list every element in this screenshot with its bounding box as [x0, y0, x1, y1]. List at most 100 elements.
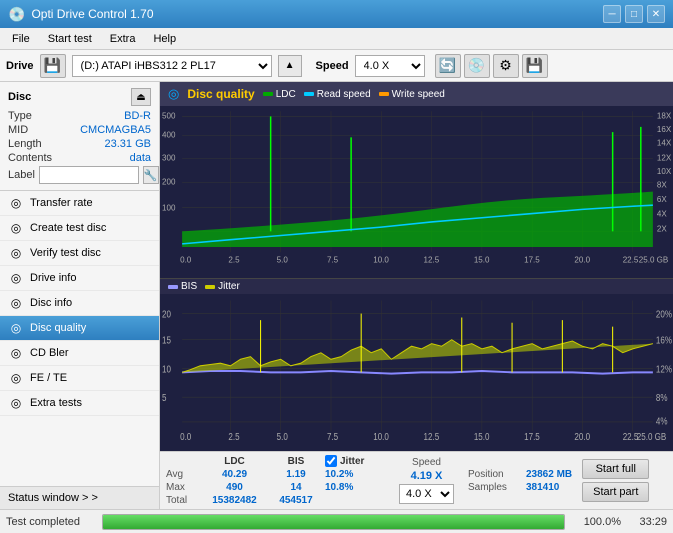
- ldc-total: 15382482: [202, 495, 267, 506]
- minimize-button[interactable]: ─: [603, 5, 621, 23]
- disc-type-value: BD-R: [124, 110, 151, 122]
- legend-read-dot: [304, 92, 314, 96]
- bis-total: 454517: [271, 495, 321, 506]
- svg-text:15.0: 15.0: [474, 256, 490, 265]
- start-part-button[interactable]: Start part: [582, 482, 649, 502]
- app-icon: 💿: [8, 6, 25, 23]
- disc-contents-value: data: [130, 152, 151, 164]
- extra-tests-icon: ◎: [8, 396, 24, 410]
- disc-eject-button[interactable]: ⏏: [131, 88, 151, 106]
- status-window-button[interactable]: Status window > >: [0, 486, 159, 509]
- menu-extra[interactable]: Extra: [102, 31, 144, 47]
- close-button[interactable]: ✕: [647, 5, 665, 23]
- disc-label-edit-icon[interactable]: 🔧: [143, 166, 159, 184]
- position-section: Position 23862 MB Samples 381410: [468, 469, 572, 493]
- position-label: Position: [468, 469, 523, 480]
- disc-contents-label: Contents: [8, 152, 52, 164]
- disc-length-label: Length: [8, 138, 42, 150]
- menu-file[interactable]: File: [4, 31, 38, 47]
- samples-val: 381410: [526, 482, 559, 493]
- disc-quality-title: Disc quality: [187, 87, 254, 101]
- refresh-icon[interactable]: 🔄: [435, 54, 461, 78]
- jitter-checkbox[interactable]: [325, 455, 337, 467]
- sidebar-item-drive-info[interactable]: ◎ Drive info: [0, 266, 159, 291]
- sidebar-item-disc-quality[interactable]: ◎ Disc quality: [0, 316, 159, 341]
- svg-text:4X: 4X: [657, 210, 667, 219]
- settings-icon[interactable]: ⚙: [493, 54, 519, 78]
- svg-text:25.0 GB: 25.0 GB: [637, 432, 666, 443]
- svg-text:16%: 16%: [656, 335, 672, 346]
- svg-text:12%: 12%: [656, 364, 672, 375]
- jitter-max: 10.8%: [325, 482, 385, 493]
- disc-quality-header: ◎ Disc quality LDC Read speed Write spee…: [160, 82, 673, 106]
- svg-text:15: 15: [162, 335, 171, 346]
- bis-legend-label: BIS: [181, 281, 197, 292]
- samples-label: Samples: [468, 482, 523, 493]
- save-icon[interactable]: 💾: [522, 54, 548, 78]
- svg-text:5: 5: [162, 392, 166, 403]
- svg-text:12.5: 12.5: [424, 256, 440, 265]
- jitter-legend-dot: [205, 285, 215, 289]
- sidebar-item-fe-te[interactable]: ◎ FE / TE: [0, 366, 159, 391]
- sidebar-item-verify-test-disc[interactable]: ◎ Verify test disc: [0, 241, 159, 266]
- disc-title: Disc: [8, 91, 31, 103]
- svg-text:25.0 GB: 25.0 GB: [639, 256, 669, 265]
- bis-header: BIS: [271, 456, 321, 467]
- speed-label: Speed: [316, 60, 349, 72]
- cd-bler-icon: ◎: [8, 346, 24, 360]
- svg-text:12.5: 12.5: [424, 432, 440, 443]
- drive-icon: 💾: [40, 54, 66, 78]
- sidebar-item-label: Disc info: [30, 297, 72, 309]
- drive-select[interactable]: (D:) ATAPI iHBS312 2 PL17: [72, 55, 272, 77]
- sidebar-item-disc-info[interactable]: ◎ Disc info: [0, 291, 159, 316]
- legend-ldc-dot: [263, 92, 273, 96]
- svg-text:18X: 18X: [657, 111, 672, 120]
- sidebar-item-extra-tests[interactable]: ◎ Extra tests: [0, 391, 159, 416]
- create-test-disc-icon: ◎: [8, 221, 24, 235]
- maximize-button[interactable]: □: [625, 5, 643, 23]
- disc-info-icon: ◎: [8, 296, 24, 310]
- legend: LDC Read speed Write speed: [263, 89, 445, 100]
- sidebar-item-transfer-rate[interactable]: ◎ Transfer rate: [0, 191, 159, 216]
- stats-table: LDC BIS Jitter Avg 40.29 1.19 10.2% Max …: [166, 455, 385, 506]
- svg-text:10X: 10X: [657, 167, 672, 176]
- speed-stat-val: 4.19 X: [411, 470, 443, 482]
- status-text: Test completed: [6, 516, 96, 528]
- svg-text:8%: 8%: [656, 392, 668, 403]
- sidebar-item-label: Disc quality: [30, 322, 86, 334]
- disc-mid-value: CMCMAGBA5: [80, 124, 151, 136]
- svg-text:500: 500: [162, 111, 176, 120]
- disc-icon[interactable]: 💿: [464, 54, 490, 78]
- sidebar-item-cd-bler[interactable]: ◎ CD Bler: [0, 341, 159, 366]
- sidebar-item-label: Create test disc: [30, 222, 106, 234]
- disc-label-input[interactable]: [39, 166, 139, 184]
- svg-text:20: 20: [162, 309, 171, 320]
- menu-help[interactable]: Help: [145, 31, 184, 47]
- bis-legend-dot: [168, 285, 178, 289]
- svg-text:20%: 20%: [656, 309, 672, 320]
- disc-type-label: Type: [8, 110, 32, 122]
- eject-button[interactable]: ▲: [278, 55, 302, 77]
- svg-text:7.5: 7.5: [327, 432, 338, 443]
- svg-text:300: 300: [162, 153, 176, 162]
- sidebar-item-label: CD Bler: [30, 347, 69, 359]
- speed-select[interactable]: 4.0 X: [355, 55, 425, 77]
- ldc-max: 490: [202, 482, 267, 493]
- ldc-header: LDC: [202, 456, 267, 467]
- svg-text:16X: 16X: [657, 125, 672, 134]
- svg-text:14X: 14X: [657, 139, 672, 148]
- svg-text:2X: 2X: [657, 224, 667, 233]
- speed-stat-select[interactable]: 4.0 X: [399, 484, 454, 504]
- jitter-avg: 10.2%: [325, 469, 385, 480]
- max-label: Max: [166, 482, 198, 493]
- start-full-button[interactable]: Start full: [582, 459, 649, 479]
- bis-jitter-header: BIS Jitter: [160, 279, 673, 294]
- svg-text:10: 10: [162, 364, 171, 375]
- menu-start-test[interactable]: Start test: [40, 31, 100, 47]
- svg-text:2.5: 2.5: [228, 256, 240, 265]
- svg-text:8X: 8X: [657, 180, 667, 189]
- svg-text:6X: 6X: [657, 195, 667, 204]
- sidebar-item-create-test-disc[interactable]: ◎ Create test disc: [0, 216, 159, 241]
- bis-max: 14: [271, 482, 321, 493]
- nav-items: ◎ Transfer rate ◎ Create test disc ◎ Ver…: [0, 191, 159, 486]
